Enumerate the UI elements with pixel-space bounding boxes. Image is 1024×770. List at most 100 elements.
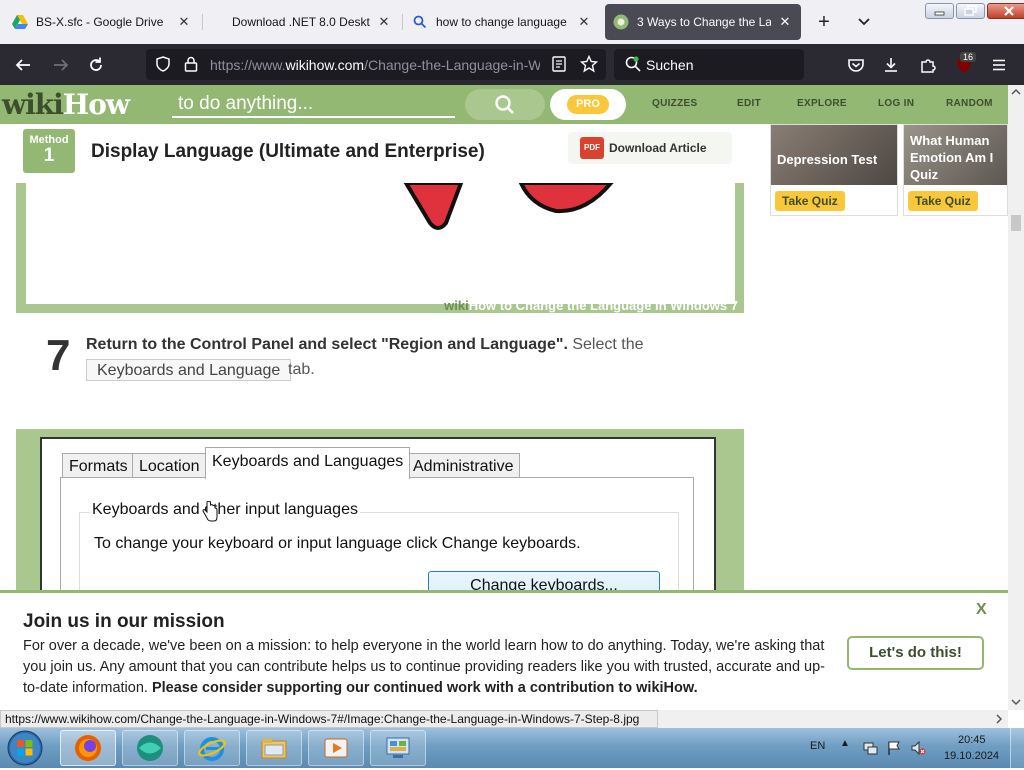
close-window-button[interactable]: [987, 3, 1024, 19]
forward-button[interactable]: [50, 54, 72, 76]
status-url: https://www.wikihow.com/Change-the-Langu…: [0, 710, 658, 728]
taskbar-control-panel[interactable]: [370, 730, 426, 766]
close-tab-icon[interactable]: ✕: [777, 14, 793, 30]
app-menu-button[interactable]: [988, 54, 1010, 76]
google-drive-icon: [12, 14, 28, 30]
url-bar[interactable]: https://www.wikihow.com/Change-the-Langu…: [146, 49, 606, 80]
dialog-panel: Keyboards and other input languages To c…: [60, 477, 694, 605]
close-tab-icon[interactable]: ✕: [176, 14, 192, 30]
tracking-protection-icon[interactable]: [152, 53, 174, 75]
extensions-button[interactable]: [917, 54, 939, 76]
banner-body: For over a decade, we've been on a missi…: [23, 636, 831, 699]
step-plain-text: Select the: [567, 336, 644, 353]
minimize-icon: [934, 11, 945, 16]
app-sphere-icon: [137, 735, 163, 761]
pro-badge: PRO: [567, 95, 609, 114]
page-vertical-scrollbar[interactable]: [1008, 85, 1024, 710]
tab-wikihow-active[interactable]: 3 Ways to Change the Lang ✕: [605, 4, 801, 40]
puzzle-icon: [921, 59, 936, 73]
downloads-button[interactable]: [880, 54, 902, 76]
banner-cta-button[interactable]: Let's do this!: [847, 636, 984, 670]
show-hidden-icons-button[interactable]: ▲: [840, 738, 850, 749]
volume-muted-icon[interactable]: [910, 740, 926, 756]
search-icon: [412, 14, 428, 30]
page-horizontal-scrollbar[interactable]: [658, 710, 1008, 728]
step-7-image[interactable]: Formats Location Keyboards and Languages…: [16, 429, 744, 605]
scroll-down-arrow-icon[interactable]: [1010, 697, 1022, 707]
clock-time[interactable]: 20:45: [958, 734, 986, 746]
pocket-button[interactable]: [845, 54, 867, 76]
dialog-tab-formats: Formats: [62, 453, 135, 478]
new-tab-button[interactable]: +: [812, 10, 836, 34]
nav-explore[interactable]: EXPLORE: [797, 98, 847, 109]
taskbar-internet-explorer[interactable]: [184, 730, 240, 766]
image-caption: wikiHow to Change the Language in Window…: [444, 298, 738, 313]
nav-log-in[interactable]: LOG IN: [878, 98, 914, 109]
show-desktop-button[interactable]: [1010, 728, 1024, 768]
back-button[interactable]: [12, 54, 34, 76]
taskbar-firefox[interactable]: [60, 730, 116, 766]
caption-wiki: wiki: [444, 298, 469, 313]
step-keyboard-tab-label: Keyboards and Language: [86, 359, 292, 381]
banner-close-button[interactable]: X: [976, 601, 987, 619]
clock-date[interactable]: 19.10.2024: [944, 750, 999, 762]
arrow-left-icon: [15, 59, 30, 71]
input-language-indicator[interactable]: EN: [810, 740, 825, 752]
quiz-card-depression-test[interactable]: Depression Test Take Quiz: [770, 124, 898, 216]
action-center-flag-icon[interactable]: [886, 740, 902, 756]
search-bar[interactable]: Suchen: [614, 49, 804, 80]
method-label: Method: [29, 134, 69, 146]
reader-view-icon[interactable]: [548, 53, 570, 75]
taskbar-explorer[interactable]: [246, 730, 302, 766]
start-button[interactable]: [4, 729, 46, 767]
wikihow-pro-button[interactable]: PRO: [550, 89, 626, 120]
close-tab-icon[interactable]: ✕: [576, 14, 592, 30]
quiz-card-human-emotion[interactable]: What Human Emotion Am I Quiz Take Quiz: [903, 124, 1008, 216]
minimize-button[interactable]: [925, 3, 954, 19]
scroll-up-arrow-icon[interactable]: [1010, 87, 1022, 97]
step-6-image[interactable]: wikiHow to Change the Language in Window…: [16, 183, 744, 313]
network-icon[interactable]: [862, 740, 878, 756]
page-scrollbar-thumb[interactable]: [1011, 215, 1021, 231]
tab-dotnet-download[interactable]: Download .NET 8.0 Deskto ✕: [204, 4, 400, 40]
tab-google-drive[interactable]: BS-X.sfc - Google Drive ✕: [4, 4, 200, 40]
take-quiz-button[interactable]: Take Quiz: [775, 191, 845, 211]
arrow-right-icon: [54, 59, 69, 71]
quiz-title: Depression Test: [777, 152, 878, 167]
bookmark-star-icon[interactable]: [578, 53, 600, 75]
chevron-down-icon: [858, 18, 870, 26]
wikihow-logo[interactable]: wikiHow: [2, 88, 130, 121]
tab-search[interactable]: how to change language o ✕: [404, 4, 600, 40]
url-text[interactable]: https://www.wikihow.com/Change-the-Langu…: [210, 57, 540, 73]
nav-random[interactable]: RANDOM: [946, 98, 993, 109]
list-all-tabs-button[interactable]: [852, 10, 876, 34]
method-number: 1: [43, 145, 55, 166]
wikihow-search-button[interactable]: [465, 89, 545, 120]
take-quiz-button[interactable]: Take Quiz: [908, 191, 978, 211]
red-flag-shapes-icon: [403, 183, 614, 230]
dialog-group-title: Keyboards and other input languages: [90, 501, 360, 519]
close-tab-icon[interactable]: ✕: [376, 14, 392, 30]
taskbar-media-player[interactable]: [308, 730, 364, 766]
taskbar-app-teal[interactable]: [122, 730, 178, 766]
download-article-button[interactable]: PDF Download Article: [568, 132, 732, 164]
dialog-tab-keyboards-languages: Keyboards and Languages: [205, 447, 411, 479]
wikihow-search-input[interactable]: to do anything...: [172, 91, 455, 118]
reload-button[interactable]: [85, 54, 107, 76]
method-header: Method 1 Display Language (Ultimate and …: [16, 124, 744, 183]
maximize-button[interactable]: [956, 3, 985, 19]
logo-how: How: [62, 88, 130, 121]
lock-icon[interactable]: [180, 53, 202, 75]
caption-text: How to Change the Language in Windows 7: [468, 298, 738, 313]
reload-icon: [90, 57, 102, 71]
tab-separator: [202, 14, 203, 30]
scroll-right-arrow-icon[interactable]: [994, 713, 1004, 725]
nav-edit[interactable]: EDIT: [737, 98, 761, 109]
browser-tab-strip: BS-X.sfc - Google Drive ✕ Download .NET …: [0, 0, 1024, 44]
firefox-icon: [75, 735, 101, 761]
nav-quizzes[interactable]: QUIZZES: [652, 98, 697, 109]
quiz-carousel: Depression Test Take Quiz What Human Emo…: [768, 124, 1008, 216]
folder-icon: [261, 739, 287, 759]
step-number: 7: [46, 331, 71, 380]
pdf-icon: PDF: [580, 137, 604, 159]
